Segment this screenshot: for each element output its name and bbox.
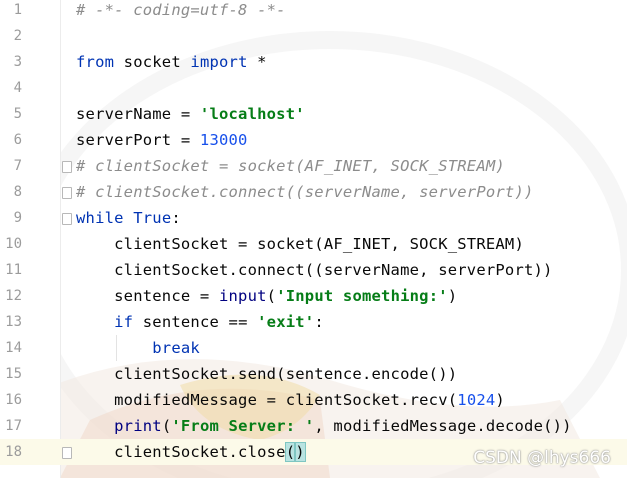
line-number: 7 bbox=[13, 158, 22, 174]
code-line[interactable]: 7 # clientSocket = socket(AF_INET, SOCK_S… bbox=[0, 153, 627, 179]
code-token: ( bbox=[161, 417, 172, 435]
code-token: clientSocket = socket(AF_INET, SOCK_STRE… bbox=[76, 235, 524, 253]
fold-marker-icon[interactable] bbox=[62, 213, 72, 225]
line-number: 13 bbox=[5, 314, 22, 330]
code-token: while bbox=[76, 209, 124, 227]
line-number: 3 bbox=[13, 54, 22, 70]
line-number: 11 bbox=[5, 262, 22, 278]
code-token: ( bbox=[266, 287, 277, 305]
line-number: 12 bbox=[5, 288, 22, 304]
code-text: # -*- coding=utf-8 -*- bbox=[76, 0, 286, 23]
code-token: 'localhost' bbox=[199, 105, 305, 123]
code-line[interactable]: 9 while True: bbox=[0, 205, 627, 231]
indent-guide bbox=[116, 335, 117, 361]
code-token: # clientSocket.connect((serverName, serv… bbox=[76, 183, 534, 201]
fold-marker-icon[interactable] bbox=[62, 187, 72, 199]
code-text: sentence = input('Input something:') bbox=[76, 283, 457, 309]
line-number: 5 bbox=[13, 106, 22, 122]
line-number: 4 bbox=[13, 80, 22, 96]
line-number: 6 bbox=[13, 132, 22, 148]
code-text: serverName = 'localhost' bbox=[76, 101, 305, 127]
code-line[interactable]: 11 clientSocket.connect((serverName, ser… bbox=[0, 257, 627, 283]
code-line[interactable]: 13 if sentence == 'exit': bbox=[0, 309, 627, 335]
code-token: socket bbox=[114, 53, 191, 71]
code-token: 13000 bbox=[199, 131, 248, 149]
code-text: clientSocket = socket(AF_INET, SOCK_STRE… bbox=[76, 231, 524, 257]
line-number: 9 bbox=[13, 210, 22, 226]
fold-marker-icon[interactable] bbox=[62, 447, 72, 459]
code-line[interactable]: 4 bbox=[0, 75, 627, 101]
code-token: break bbox=[152, 339, 200, 357]
code-token: : bbox=[171, 209, 181, 227]
code-token: if bbox=[114, 313, 134, 331]
code-token: serverName = bbox=[76, 105, 200, 123]
code-token: import bbox=[190, 53, 248, 71]
code-line[interactable]: 12 sentence = input('Input something:') bbox=[0, 283, 627, 309]
code-text: if sentence == 'exit': bbox=[76, 309, 324, 335]
code-line[interactable]: 17 print('From Server: ', modifiedMessag… bbox=[0, 413, 627, 439]
code-token: 'Input something:' bbox=[276, 287, 448, 305]
code-text: from socket import * bbox=[76, 49, 267, 75]
code-line[interactable]: 8 # clientSocket.connect((serverName, ser… bbox=[0, 179, 627, 205]
line-number: 14 bbox=[5, 340, 22, 356]
code-text: clientSocket.send(sentence.encode()) bbox=[76, 361, 457, 387]
code-token: clientSocket.send(sentence.encode()) bbox=[76, 365, 458, 383]
code-line[interactable]: 15 clientSocket.send(sentence.encode()) bbox=[0, 361, 627, 387]
code-token: ) bbox=[294, 442, 306, 462]
code-token: : bbox=[314, 313, 324, 331]
code-text: print('From Server: ', modifiedMessage.d… bbox=[76, 413, 572, 439]
code-text: # clientSocket = socket(AF_INET, SOCK_ST… bbox=[76, 153, 505, 179]
line-number: 17 bbox=[5, 418, 22, 434]
code-token: from bbox=[76, 53, 115, 71]
code-text: break bbox=[76, 335, 200, 361]
code-token: # -*- coding=utf-8 -*- bbox=[76, 1, 286, 19]
code-text: # clientSocket.connect((serverName, serv… bbox=[76, 179, 534, 205]
code-text: clientSocket.connect((serverName, server… bbox=[76, 257, 553, 283]
code-line[interactable]: 2 bbox=[0, 23, 627, 49]
code-token: print bbox=[114, 417, 162, 435]
code-token: modifiedMessage = clientSocket.recv( bbox=[76, 391, 458, 409]
line-number: 8 bbox=[13, 184, 22, 200]
code-token: 'From Server: ' bbox=[171, 417, 315, 435]
code-token: ) bbox=[495, 391, 505, 409]
fold-marker-icon[interactable] bbox=[62, 161, 72, 173]
code-line[interactable]: 5 serverName = 'localhost' bbox=[0, 101, 627, 127]
code-token: 1024 bbox=[457, 391, 496, 409]
code-editor[interactable]: 1 # -*- coding=utf-8 -*- 2 3 from socket imp… bbox=[0, 0, 627, 478]
code-token: ) bbox=[447, 287, 458, 305]
code-line[interactable]: 6 serverPort = 13000 bbox=[0, 127, 627, 153]
code-line[interactable]: 14 break bbox=[0, 335, 627, 361]
code-token: clientSocket.close bbox=[76, 443, 286, 461]
code-text: clientSocket.close() bbox=[76, 439, 306, 465]
line-number: 2 bbox=[13, 28, 22, 44]
code-token: ( bbox=[284, 442, 297, 462]
line-number: 16 bbox=[5, 392, 22, 408]
line-number: 10 bbox=[5, 236, 22, 252]
line-number: 18 bbox=[5, 444, 22, 460]
code-token: * bbox=[247, 53, 267, 71]
code-text: serverPort = 13000 bbox=[76, 127, 248, 153]
line-number: 1 bbox=[13, 2, 22, 18]
code-token: input bbox=[218, 287, 267, 305]
code-token: clientSocket.connect((serverName, server… bbox=[76, 261, 553, 279]
code-token: sentence = bbox=[76, 287, 219, 305]
code-token: , modifiedMessage.decode()) bbox=[314, 417, 572, 435]
line-number: 15 bbox=[5, 366, 22, 382]
code-line[interactable]: 16 modifiedMessage = clientSocket.recv(1… bbox=[0, 387, 627, 413]
code-line[interactable]: 3 from socket import * bbox=[0, 49, 627, 75]
code-token: True bbox=[133, 209, 172, 227]
code-token: serverPort = bbox=[76, 131, 200, 149]
code-text: while True: bbox=[76, 205, 181, 231]
code-token: sentence == bbox=[133, 313, 258, 331]
code-token: 'exit' bbox=[257, 313, 315, 331]
code-line[interactable]: 1 # -*- coding=utf-8 -*- bbox=[0, 0, 627, 23]
code-line[interactable]: 10 clientSocket = socket(AF_INET, SOCK_S… bbox=[0, 231, 627, 257]
csdn-watermark: CSDN @lhys666 bbox=[473, 448, 611, 468]
code-text: modifiedMessage = clientSocket.recv(1024… bbox=[76, 387, 505, 413]
code-token: # clientSocket = socket(AF_INET, SOCK_ST… bbox=[76, 157, 505, 175]
